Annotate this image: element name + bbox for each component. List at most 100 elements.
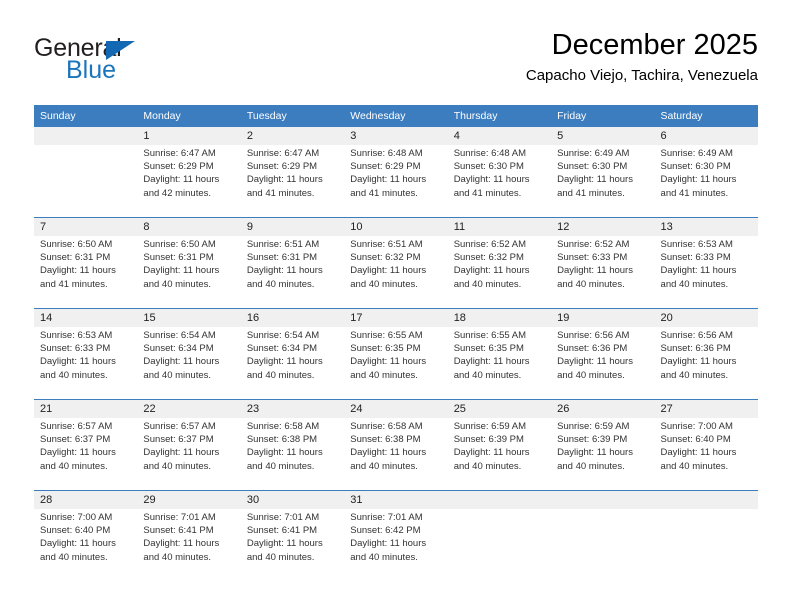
day-cell-31[interactable]: Sunrise: 7:01 AM Sunset: 6:42 PM Daylight:…: [344, 509, 448, 581]
day-number-19[interactable]: 19: [551, 308, 655, 327]
day-cell-18[interactable]: Sunrise: 6:55 AM Sunset: 6:35 PM Daylight:…: [447, 327, 552, 400]
day-info-line: Daylight: 11 hours: [660, 356, 737, 368]
day-number-14[interactable]: 14: [34, 308, 138, 327]
day-cell-28[interactable]: Sunrise: 7:00 AM Sunset: 6:40 PM Daylight:…: [34, 509, 138, 581]
day-cell-empty: [34, 145, 138, 218]
day-number-23[interactable]: 23: [240, 399, 345, 418]
day-info-line: Sunset: 6:31 PM: [40, 252, 111, 264]
day-cell-30[interactable]: Sunrise: 7:01 AM Sunset: 6:41 PM Daylight:…: [240, 509, 345, 581]
day-cell-4[interactable]: Sunrise: 6:48 AM Sunset: 6:30 PM Daylight:…: [447, 145, 552, 218]
day-cell-1[interactable]: Sunrise: 6:47 AM Sunset: 6:29 PM Daylight:…: [137, 145, 241, 218]
day-number-20[interactable]: 20: [654, 308, 758, 327]
day-cell-6[interactable]: Sunrise: 6:49 AM Sunset: 6:30 PM Daylight:…: [654, 145, 758, 218]
day-info-line: Daylight: 11 hours: [660, 447, 737, 459]
day-cell-5[interactable]: Sunrise: 6:49 AM Sunset: 6:30 PM Daylight:…: [551, 145, 655, 218]
day-cell-17[interactable]: Sunrise: 6:55 AM Sunset: 6:35 PM Daylight:…: [344, 327, 448, 400]
weekday-header-friday: Friday: [551, 105, 655, 127]
day-number-4[interactable]: 4: [447, 127, 552, 145]
day-number-5[interactable]: 5: [551, 127, 655, 145]
day-cell-23[interactable]: Sunrise: 6:58 AM Sunset: 6:38 PM Daylight:…: [240, 418, 345, 491]
day-cell-10[interactable]: Sunrise: 6:51 AM Sunset: 6:32 PM Daylight:…: [344, 236, 448, 309]
day-info-line: Sunrise: 6:59 AM: [453, 421, 527, 432]
day-number-17[interactable]: 17: [344, 308, 448, 327]
day-number-29[interactable]: 29: [137, 490, 241, 509]
day-info-line: Daylight: 11 hours: [350, 265, 427, 277]
day-cell-29[interactable]: Sunrise: 7:01 AM Sunset: 6:41 PM Daylight:…: [137, 509, 241, 581]
day-info-line: and 40 minutes.: [557, 460, 625, 472]
week-daynumber-row: 14 15 16 17 18 19 20: [34, 308, 758, 327]
day-info-line: Sunrise: 7:01 AM: [350, 512, 423, 523]
day-info-line: and 40 minutes.: [40, 551, 108, 563]
day-info-line: Daylight: 11 hours: [453, 356, 530, 368]
day-cell-20[interactable]: Sunrise: 6:56 AM Sunset: 6:36 PM Daylight:…: [654, 327, 758, 400]
day-cell-21[interactable]: Sunrise: 6:57 AM Sunset: 6:37 PM Daylight:…: [34, 418, 138, 491]
day-info-line: and 41 minutes.: [40, 278, 108, 290]
day-number-31[interactable]: 31: [344, 490, 448, 509]
day-info-line: Daylight: 11 hours: [557, 447, 633, 459]
day-number-3[interactable]: 3: [344, 127, 448, 145]
day-number-27[interactable]: 27: [654, 399, 758, 418]
day-cell-3[interactable]: Sunrise: 6:48 AM Sunset: 6:29 PM Daylight:…: [344, 145, 448, 218]
day-number-15[interactable]: 15: [137, 308, 241, 327]
day-number-30[interactable]: 30: [240, 490, 345, 509]
calendar-body: 1 2 3 4 5 6 Sunrise: 6:47 AM Sunset: 6:29 PM Day…: [34, 127, 758, 581]
day-info-line: Sunset: 6:39 PM: [557, 434, 628, 446]
day-number-2[interactable]: 2: [240, 127, 345, 145]
day-number-18[interactable]: 18: [447, 308, 552, 327]
day-number-13[interactable]: 13: [654, 217, 758, 236]
day-number-12[interactable]: 12: [551, 217, 655, 236]
day-number-10[interactable]: 10: [344, 217, 448, 236]
day-cell-7[interactable]: Sunrise: 6:50 AM Sunset: 6:31 PM Daylight:…: [34, 236, 138, 309]
day-cell-27[interactable]: Sunrise: 7:00 AM Sunset: 6:40 PM Daylight:…: [654, 418, 758, 491]
day-number-16[interactable]: 16: [240, 308, 345, 327]
day-cell-15[interactable]: Sunrise: 6:54 AM Sunset: 6:34 PM Daylight:…: [137, 327, 241, 400]
day-number-9[interactable]: 9: [240, 217, 345, 236]
day-info-line: Daylight: 11 hours: [143, 174, 220, 186]
day-number-1[interactable]: 1: [137, 127, 241, 145]
day-cell-empty: [447, 509, 552, 581]
day-cell-16[interactable]: Sunrise: 6:54 AM Sunset: 6:34 PM Daylight:…: [240, 327, 345, 400]
day-info-line: Daylight: 11 hours: [557, 356, 633, 368]
day-info-line: Sunset: 6:29 PM: [246, 161, 318, 173]
day-cell-24[interactable]: Sunrise: 6:58 AM Sunset: 6:38 PM Daylight:…: [344, 418, 448, 491]
day-cell-2[interactable]: Sunrise: 6:47 AM Sunset: 6:29 PM Daylight:…: [240, 145, 345, 218]
day-info-line: Daylight: 11 hours: [246, 538, 323, 550]
day-number-26[interactable]: 26: [551, 399, 655, 418]
day-info-line: Sunrise: 6:50 AM: [40, 239, 113, 250]
day-cell-13[interactable]: Sunrise: 6:53 AM Sunset: 6:33 PM Daylight:…: [654, 236, 758, 309]
day-number-22[interactable]: 22: [137, 399, 241, 418]
day-number-11[interactable]: 11: [447, 217, 552, 236]
day-cell-9[interactable]: Sunrise: 6:51 AM Sunset: 6:31 PM Daylight:…: [240, 236, 345, 309]
day-info-line: Sunset: 6:37 PM: [40, 434, 111, 446]
day-cell-11[interactable]: Sunrise: 6:52 AM Sunset: 6:32 PM Daylight:…: [447, 236, 552, 309]
day-info-line: Sunrise: 6:59 AM: [557, 421, 630, 432]
day-cell-25[interactable]: Sunrise: 6:59 AM Sunset: 6:39 PM Daylight:…: [447, 418, 552, 491]
day-info-line: Sunset: 6:34 PM: [246, 343, 318, 355]
day-number-7[interactable]: 7: [34, 217, 138, 236]
day-info-line: Sunrise: 6:49 AM: [557, 148, 630, 159]
day-info-line: Sunrise: 6:53 AM: [40, 330, 113, 341]
day-info-line: Daylight: 11 hours: [143, 538, 220, 550]
day-cell-22[interactable]: Sunrise: 6:57 AM Sunset: 6:37 PM Daylight:…: [137, 418, 241, 491]
day-number-28[interactable]: 28: [34, 490, 138, 509]
day-number-8[interactable]: 8: [137, 217, 241, 236]
day-number-21[interactable]: 21: [34, 399, 138, 418]
day-info-line: Sunset: 6:40 PM: [40, 525, 111, 537]
day-number-24[interactable]: 24: [344, 399, 448, 418]
day-cell-8[interactable]: Sunrise: 6:50 AM Sunset: 6:31 PM Daylight:…: [137, 236, 241, 309]
weekday-header-thursday: Thursday: [447, 105, 552, 127]
day-info-line: Sunset: 6:33 PM: [557, 252, 628, 264]
day-number-25[interactable]: 25: [447, 399, 552, 418]
day-number-6[interactable]: 6: [654, 127, 758, 145]
day-info-line: Sunrise: 6:56 AM: [660, 330, 733, 341]
day-number-empty: [551, 490, 655, 509]
day-info-line: Sunset: 6:35 PM: [350, 343, 421, 355]
day-info-line: and 40 minutes.: [453, 369, 522, 381]
day-cell-26[interactable]: Sunrise: 6:59 AM Sunset: 6:39 PM Daylight:…: [551, 418, 655, 491]
day-cell-19[interactable]: Sunrise: 6:56 AM Sunset: 6:36 PM Daylight:…: [551, 327, 655, 400]
day-cell-12[interactable]: Sunrise: 6:52 AM Sunset: 6:33 PM Daylight:…: [551, 236, 655, 309]
day-info-line: Sunrise: 6:49 AM: [660, 148, 733, 159]
day-cell-14[interactable]: Sunrise: 6:53 AM Sunset: 6:33 PM Daylight:…: [34, 327, 138, 400]
day-info-line: Sunrise: 6:58 AM: [246, 421, 320, 432]
day-info-line: and 40 minutes.: [246, 278, 315, 290]
